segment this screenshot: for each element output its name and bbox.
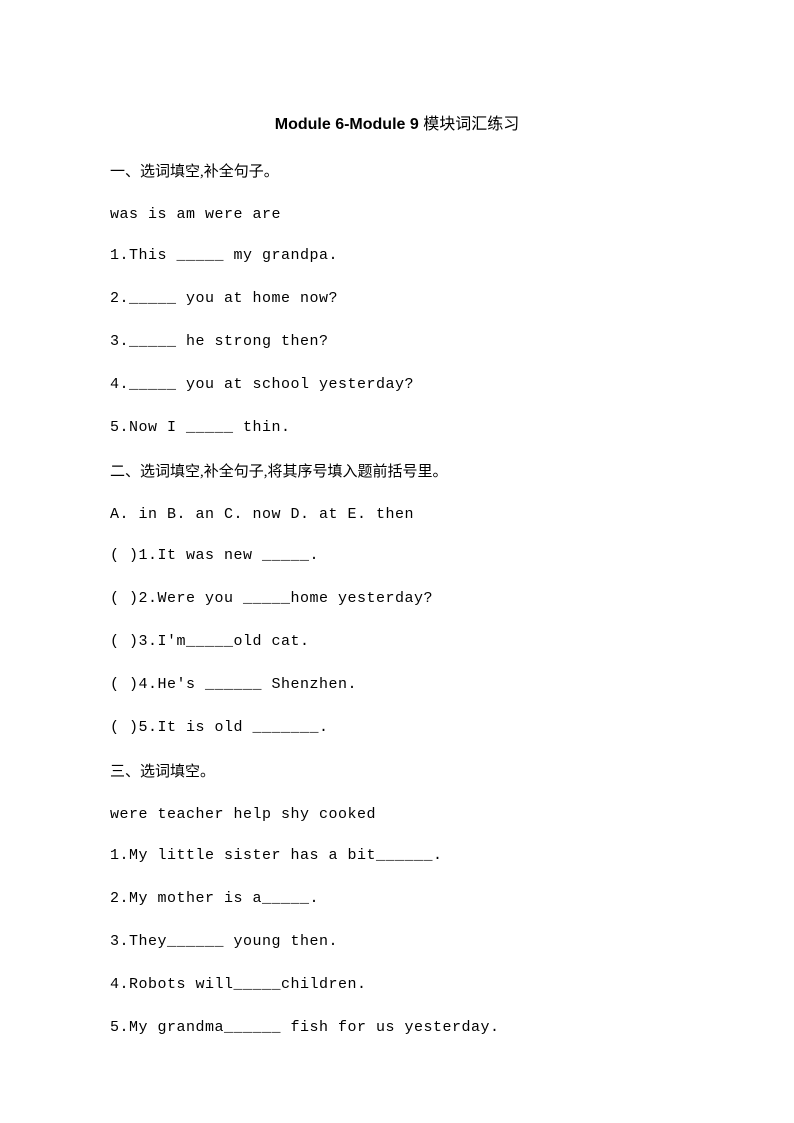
section3-item: 1.My little sister has a bit______. [110,845,684,866]
section1-wordbank: was is am were are [110,206,684,223]
section2-item: ( )2.Were you _____home yesterday? [110,588,684,609]
page-title: Module 6-Module 9 模块词汇练习 [110,110,684,134]
section1-item: 1.This _____ my grandpa. [110,245,684,266]
section2-item: ( )4.He's ______ Shenzhen. [110,674,684,695]
section2-wordbank: A. in B. an C. now D. at E. then [110,506,684,523]
section3-wordbank: were teacher help shy cooked [110,806,684,823]
section2-item: ( )1.It was new _____. [110,545,684,566]
section3-heading: 三、选词填空。 [110,760,684,784]
section3-item: 2.My mother is a_____. [110,888,684,909]
section2-item: ( )5.It is old _______. [110,717,684,738]
section3-item: 4.Robots will_____children. [110,974,684,995]
section1-heading: 一、选词填空,补全句子。 [110,160,684,184]
section3-item: 5.My grandma______ fish for us yesterday… [110,1017,684,1038]
section1-item: 2._____ you at home now? [110,288,684,309]
title-english: Module 6-Module 9 [275,116,423,133]
title-chinese: 模块词汇练习 [423,116,519,133]
section2-item: ( )3.I'm_____old cat. [110,631,684,652]
section1-item: 5.Now I _____ thin. [110,417,684,438]
section1-item: 3._____ he strong then? [110,331,684,352]
section1-item: 4._____ you at school yesterday? [110,374,684,395]
section2-heading: 二、选词填空,补全句子,将其序号填入题前括号里。 [110,460,684,484]
section3-item: 3.They______ young then. [110,931,684,952]
